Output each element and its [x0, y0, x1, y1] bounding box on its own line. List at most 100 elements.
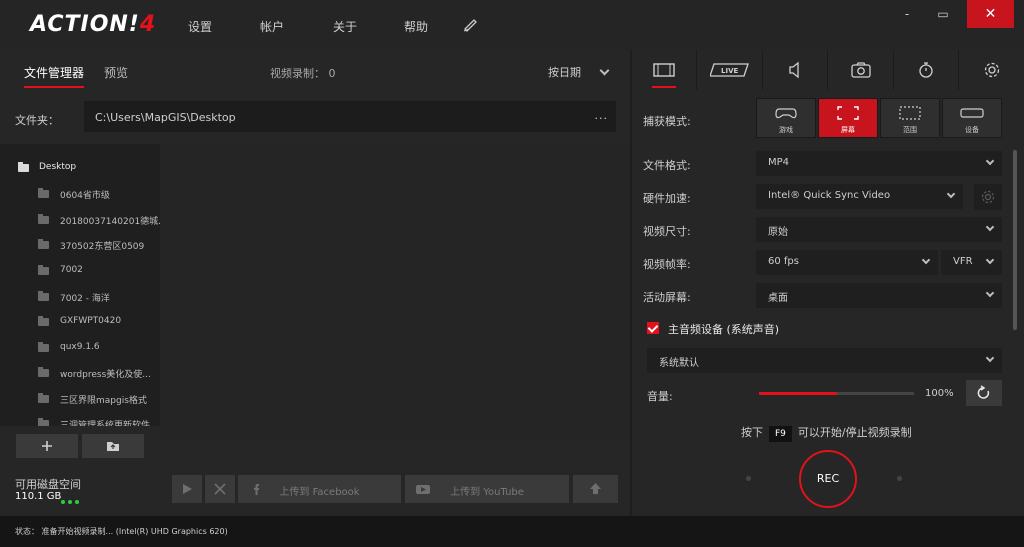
video-size-select[interactable]: 原始 — [756, 217, 1002, 242]
pen-icon[interactable] — [462, 15, 480, 33]
tree-item[interactable]: 三调管理系统更新软件 — [0, 412, 160, 426]
frame-rate-label: 视频帧率: — [643, 258, 691, 271]
frame-rate-select[interactable]: 60 fps — [756, 250, 938, 275]
tree-item[interactable]: 20180037140201德城... — [0, 208, 160, 234]
capture-mode-label-region: 范围 — [903, 126, 917, 134]
tree-item[interactable]: 370502东营区0509 — [0, 233, 160, 259]
tab-timer[interactable] — [894, 50, 959, 90]
hw-accel-value: Intel® Quick Sync Video — [768, 190, 891, 201]
open-folder-button[interactable] — [82, 434, 144, 458]
menu-about[interactable]: 关于 — [333, 18, 357, 35]
folder-icon — [38, 291, 49, 301]
sort-dropdown[interactable]: 按日期 — [548, 64, 610, 80]
speaker-icon — [789, 61, 799, 79]
upload-youtube-button[interactable]: 上传到 YouTube — [405, 475, 569, 503]
reset-icon — [977, 385, 990, 399]
settings-tabs: LIVE — [632, 50, 1024, 90]
folder-icon — [38, 239, 49, 249]
folder-path-text: C:\Users\MapGIS\Desktop — [95, 111, 236, 124]
tree-item-label: Desktop — [39, 162, 77, 172]
volume-reset-button[interactable] — [966, 380, 1002, 406]
chevron-down-icon — [985, 156, 995, 166]
tree-item[interactable]: 7002 — [0, 259, 160, 285]
file-list-area[interactable] — [160, 144, 630, 442]
capture-mode-game[interactable]: 游戏 — [756, 98, 816, 138]
logo-main-text: ACTION! — [30, 12, 140, 37]
right-panel: LIVE 捕获模式: 游戏 屏幕 范围 设备 文件格式: MP4 硬件加速: I… — [632, 50, 1024, 516]
tab-video[interactable] — [632, 50, 697, 90]
app-logo: ACTION!4 — [30, 12, 156, 37]
tree-item-root[interactable]: Desktop — [0, 156, 160, 182]
chevron-down-icon — [599, 65, 610, 76]
left-indicator-dot — [746, 476, 751, 481]
tree-item-label: GXFWPT0420 — [60, 316, 122, 326]
play-button[interactable] — [172, 475, 202, 503]
status-bar: 状态： 准备开始视频录制... (Intel(R) UHD Graphics 6… — [0, 516, 1024, 547]
tab-screenshot[interactable] — [828, 50, 894, 90]
hw-accel-settings-button[interactable] — [974, 184, 1002, 210]
add-folder-button[interactable] — [16, 434, 78, 458]
tab-audio[interactable] — [763, 50, 828, 90]
main-audio-checkbox[interactable] — [647, 322, 659, 334]
menu-help[interactable]: 帮助 — [404, 18, 428, 35]
audio-device-value: 系统默认 — [659, 358, 699, 369]
video-count-value: 0 — [328, 67, 336, 80]
timer-icon — [919, 62, 933, 78]
minimize-button[interactable]: - — [890, 0, 924, 28]
rec-button[interactable]: REC — [799, 450, 857, 508]
chevron-down-icon — [946, 189, 956, 199]
hotkey-key: F9 — [769, 426, 792, 442]
delete-button[interactable] — [205, 475, 235, 503]
hw-accel-select[interactable]: Intel® Quick Sync Video — [756, 184, 963, 209]
folder-row: 文件夹： C:\Users\MapGIS\Desktop ... — [0, 100, 630, 140]
folder-icon — [38, 418, 49, 426]
capture-mode-region[interactable]: 范围 — [880, 98, 940, 138]
file-format-select[interactable]: MP4 — [756, 151, 1002, 176]
tab-settings[interactable] — [959, 50, 1024, 90]
maximize-button[interactable]: ▭ — [926, 0, 960, 28]
audio-device-select[interactable]: 系统默认 — [647, 348, 1002, 373]
video-size-label: 视频尺寸: — [643, 225, 691, 238]
close-button[interactable]: ✕ — [967, 0, 1014, 28]
menu-settings[interactable]: 设置 — [188, 18, 212, 35]
tree-item[interactable]: GXFWPT0420 — [0, 310, 160, 336]
tree-item-label: 370502东营区0509 — [60, 242, 145, 252]
menu-account[interactable]: 帐户 — [260, 18, 284, 35]
capture-mode-device[interactable]: 设备 — [942, 98, 1002, 138]
video-count: 视频录制： 0 — [270, 65, 336, 81]
title-bar: ACTION!4 设置 帐户 关于 帮助 - ▭ ✕ — [0, 0, 1024, 50]
folder-icon — [38, 367, 49, 377]
tab-live[interactable]: LIVE — [697, 50, 763, 90]
frame-mode-select[interactable]: VFR — [941, 250, 1002, 275]
capture-mode-screen[interactable]: 屏幕 — [818, 98, 878, 138]
tree-item[interactable]: 0604省市级 — [0, 182, 160, 208]
folder-icon — [38, 342, 49, 352]
tree-item[interactable]: 7002 - 海洋 — [0, 285, 160, 311]
chevron-down-icon — [985, 222, 995, 232]
tree-item[interactable]: 三区界限mapgis格式 — [0, 387, 160, 413]
upload-button[interactable] — [573, 475, 618, 503]
active-screen-label: 活动屏幕: — [643, 291, 691, 304]
fullscreen-icon — [837, 106, 859, 120]
tree-item[interactable]: qux9.1.6 — [0, 336, 160, 362]
settings-scrollbar[interactable] — [1013, 150, 1017, 330]
logo-number: 4 — [139, 12, 157, 37]
device-icon — [960, 108, 984, 118]
tab-file-manager[interactable]: 文件管理器 — [24, 64, 85, 88]
active-screen-select[interactable]: 桌面 — [756, 283, 1002, 308]
close-icon — [214, 483, 226, 495]
volume-slider[interactable] — [759, 392, 914, 395]
upload-icon — [590, 483, 601, 494]
tab-preview[interactable]: 预览 — [104, 64, 128, 81]
tree-item[interactable]: wordpress美化及使... — [0, 361, 160, 387]
left-panel: 文件管理器 预览 视频录制： 0 按日期 文件夹： C:\Users\MapGI… — [0, 50, 630, 516]
upload-facebook-label: 上传到 Facebook — [279, 487, 360, 498]
folder-path-field[interactable]: C:\Users\MapGIS\Desktop ... — [84, 101, 616, 132]
folder-icon — [18, 162, 29, 172]
folder-browse-button[interactable]: ... — [595, 109, 609, 122]
upload-facebook-button[interactable]: 上传到 Facebook — [238, 475, 401, 503]
tree-item-label: qux9.1.6 — [60, 342, 100, 352]
live-tab-label: LIVE — [721, 67, 738, 75]
folder-label: 文件夹： — [15, 114, 59, 127]
tree-item-label: 三区界限mapgis格式 — [60, 396, 147, 406]
